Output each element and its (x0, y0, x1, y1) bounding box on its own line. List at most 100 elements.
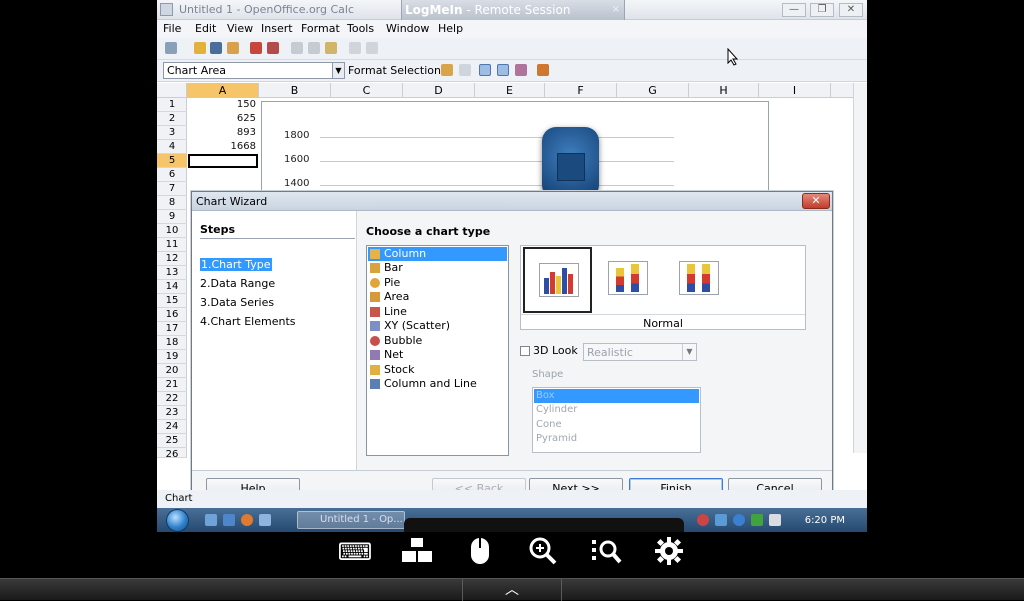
row-header[interactable]: 20 (157, 364, 187, 378)
row-header[interactable]: 26 (157, 448, 187, 460)
3d-scheme-select[interactable]: Realistic ▼ (583, 343, 697, 361)
step-data-series[interactable]: 3.Data Series (200, 296, 274, 309)
column-header-i[interactable]: I (759, 83, 831, 98)
chevron-down-icon[interactable]: ▼ (682, 344, 696, 360)
shape-box[interactable]: Box (534, 389, 699, 403)
column-header-c[interactable]: C (331, 83, 403, 98)
chart-type-icon[interactable] (441, 64, 453, 76)
monitor-switch-icon[interactable] (399, 536, 435, 568)
step-chart-type[interactable]: 1.Chart Type (200, 258, 272, 271)
show-desktop-icon[interactable] (205, 514, 217, 526)
row-header[interactable]: 11 (157, 238, 187, 252)
chart-type-column-and-line[interactable]: Column and Line (368, 377, 507, 391)
row-header[interactable]: 18 (157, 336, 187, 350)
redo-icon[interactable] (366, 42, 378, 54)
variant-normal[interactable] (523, 247, 592, 313)
row-header[interactable]: 23 (157, 406, 187, 420)
row-header[interactable]: 9 (157, 210, 187, 224)
taskbar-item-calc[interactable]: Untitled 1 - Op... (297, 511, 405, 529)
menu-view[interactable]: View (227, 22, 253, 35)
chart-type-bar[interactable]: Bar (368, 261, 507, 275)
legend-icon[interactable] (497, 64, 509, 76)
chart-type-bubble[interactable]: Bubble (368, 334, 507, 348)
menu-window[interactable]: Window (386, 22, 429, 35)
column-header-d[interactable]: D (403, 83, 475, 98)
settings-gear-icon[interactable] (651, 536, 687, 568)
column-header-a[interactable]: A (187, 83, 259, 98)
logmein-session-bar[interactable]: LogMeIn - Remote Session × (401, 0, 625, 21)
variant-stacked[interactable] (594, 247, 663, 313)
row-header[interactable]: 17 (157, 322, 187, 336)
row-header[interactable]: 24 (157, 420, 187, 434)
3d-look-checkbox[interactable] (520, 346, 530, 356)
select-all-corner[interactable] (157, 83, 187, 98)
expand-up-chevron-icon[interactable]: ︿ (462, 579, 562, 601)
cell-a5-active[interactable] (188, 154, 258, 168)
embedded-chart[interactable]: 1800 1600 1400 (261, 101, 769, 193)
dialog-close-button[interactable]: ✕ (802, 193, 830, 209)
cut-icon[interactable] (291, 42, 303, 54)
row-header[interactable]: 16 (157, 308, 187, 322)
step-chart-elements[interactable]: 4.Chart Elements (200, 315, 296, 328)
copy-icon[interactable] (308, 42, 320, 54)
chart-type-pie[interactable]: Pie (368, 276, 507, 290)
cell-a4[interactable]: 1668 (188, 140, 258, 154)
chart-data-table-icon[interactable] (459, 64, 471, 76)
column-header-e[interactable]: E (475, 83, 545, 98)
row-header[interactable]: 7 (157, 182, 187, 196)
menu-tools[interactable]: Tools (347, 22, 374, 35)
menu-edit[interactable]: Edit (195, 22, 216, 35)
cell-a2[interactable]: 625 (188, 112, 258, 126)
shape-pyramid[interactable]: Pyramid (534, 432, 699, 446)
open-icon[interactable] (194, 42, 206, 54)
row-header[interactable]: 6 (157, 168, 187, 182)
chart-element-select[interactable]: Chart Area (163, 62, 339, 79)
automatic-layout-icon[interactable] (537, 64, 549, 76)
mouse-icon[interactable] (462, 536, 498, 568)
column-header-g[interactable]: G (617, 83, 689, 98)
cell-a1[interactable]: 150 (188, 98, 258, 112)
tray-app-icon[interactable] (697, 514, 709, 526)
chart-type-column[interactable]: Column (368, 247, 507, 261)
column-header-h[interactable]: H (689, 83, 759, 98)
logmein-close-icon[interactable]: × (612, 0, 620, 20)
menu-help[interactable]: Help (438, 22, 463, 35)
security-icon[interactable] (751, 514, 763, 526)
row-header[interactable]: 8 (157, 196, 187, 210)
mail-icon[interactable] (223, 514, 235, 526)
chart-type-xy-scatter[interactable]: XY (Scatter) (368, 319, 507, 333)
keyboard-icon[interactable]: ⌨ (337, 536, 373, 568)
volume-icon[interactable] (769, 514, 781, 526)
export-pdf-icon[interactable] (250, 42, 262, 54)
chevron-down-icon[interactable]: ▼ (332, 62, 345, 79)
undo-icon[interactable] (349, 42, 361, 54)
menu-file[interactable]: File (163, 22, 181, 35)
row-header[interactable]: 2 (157, 112, 187, 126)
column-header-b[interactable]: B (259, 83, 331, 98)
firefox-icon[interactable] (241, 514, 253, 526)
paste-icon[interactable] (325, 42, 337, 54)
format-selection-button[interactable]: Format Selection (348, 64, 441, 77)
menu-format[interactable]: Format (301, 22, 340, 35)
network-icon[interactable] (715, 514, 727, 526)
row-header[interactable]: 15 (157, 294, 187, 308)
row-header[interactable]: 19 (157, 350, 187, 364)
shape-cone[interactable]: Cone (534, 418, 699, 432)
maximize-button[interactable]: ❐ (810, 3, 834, 17)
row-header[interactable]: 1 (157, 98, 187, 112)
chart-type-line[interactable]: Line (368, 305, 507, 319)
row-header[interactable]: 25 (157, 434, 187, 448)
minimize-button[interactable]: — (782, 3, 806, 17)
row-header[interactable]: 13 (157, 266, 187, 280)
row-header[interactable]: 21 (157, 378, 187, 392)
row-header[interactable]: 12 (157, 252, 187, 266)
close-window-button[interactable]: ✕ (839, 3, 863, 17)
menu-insert[interactable]: Insert (261, 22, 293, 35)
row-header[interactable]: 3 (157, 126, 187, 140)
chart-type-area[interactable]: Area (368, 290, 507, 304)
update-icon[interactable] (733, 514, 745, 526)
scale-text-icon[interactable] (515, 64, 527, 76)
variant-percent-stacked[interactable] (665, 247, 734, 313)
row-header[interactable]: 14 (157, 280, 187, 294)
horizontal-grids-icon[interactable] (479, 64, 491, 76)
